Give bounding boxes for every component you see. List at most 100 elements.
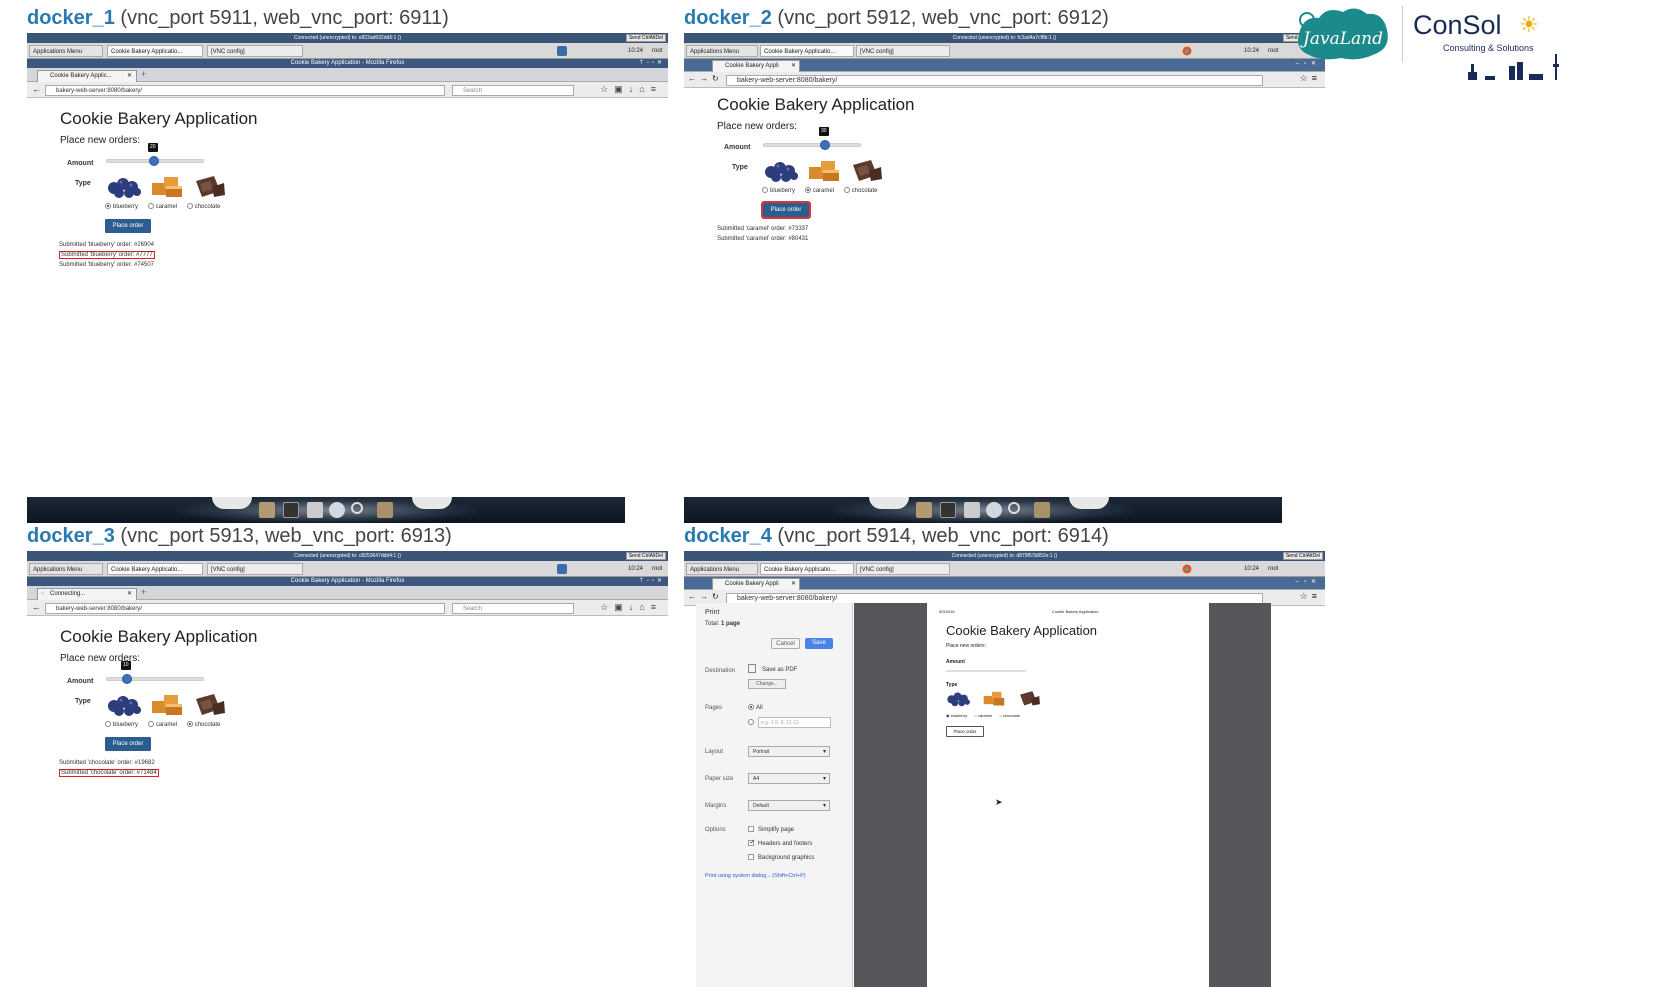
terminal-icon[interactable] bbox=[940, 502, 956, 518]
tab-bakery[interactable]: Cookie Bakery Applic... ✕ bbox=[37, 70, 137, 82]
radio-caramel[interactable]: caramel bbox=[804, 187, 834, 194]
save-button[interactable]: Save bbox=[805, 638, 833, 649]
back-icon[interactable]: ← bbox=[32, 602, 41, 612]
blueberry-image[interactable] bbox=[106, 691, 144, 717]
browser-icon[interactable] bbox=[329, 502, 345, 518]
tab-bakery[interactable]: Cookie Bakery Appli ✕ bbox=[712, 60, 800, 72]
taskbar-window-bakery[interactable]: Cookie Bakery Applicatio... bbox=[107, 45, 203, 57]
slider-knob[interactable] bbox=[149, 156, 159, 166]
change-button[interactable]: Change... bbox=[748, 679, 786, 689]
send-ctrl-alt-del-button[interactable]: Send CtrlAltDel bbox=[625, 34, 666, 42]
tab-close-icon[interactable]: ✕ bbox=[127, 71, 132, 82]
browser-icon[interactable] bbox=[986, 502, 1002, 518]
tab-close-icon[interactable]: ✕ bbox=[791, 579, 796, 590]
radio-caramel[interactable]: caramel bbox=[147, 203, 177, 210]
radio-caramel[interactable]: caramel bbox=[147, 721, 177, 728]
home-folder-icon[interactable] bbox=[916, 502, 932, 518]
toolbar-icons[interactable]: ☆▣↓⌂≡ bbox=[600, 84, 662, 95]
slider-knob[interactable] bbox=[820, 140, 830, 150]
radio-blueberry[interactable]: blueberry bbox=[762, 187, 795, 194]
background-graphics-checkbox[interactable]: Background graphics bbox=[748, 854, 814, 861]
tab-close-icon[interactable]: ✕ bbox=[791, 61, 796, 72]
pages-custom-radio[interactable] bbox=[748, 719, 756, 726]
vnc-screen-docker-3[interactable]: Connected (unencrypted) to: c8253647ddd4… bbox=[27, 551, 668, 806]
amount-slider[interactable]: 20 bbox=[106, 143, 204, 166]
chrome-tray-icon[interactable] bbox=[1182, 564, 1192, 574]
search-icon[interactable] bbox=[1008, 502, 1020, 514]
taskbar-window-vnc-config[interactable]: [VNC config] bbox=[856, 563, 950, 575]
amount-slider[interactable]: 30 bbox=[763, 127, 861, 150]
taskbar-window-vnc-config[interactable]: [VNC config] bbox=[856, 45, 950, 57]
taskbar-window-vnc-config[interactable]: [VNC config] bbox=[207, 45, 303, 57]
home-folder-icon[interactable] bbox=[259, 502, 275, 518]
chocolate-image[interactable] bbox=[190, 173, 228, 199]
caramel-image[interactable] bbox=[805, 157, 843, 183]
radio-chocolate[interactable]: chocolate bbox=[186, 203, 220, 210]
window-controls-icon[interactable]: ⇡-▫✕ bbox=[639, 59, 665, 68]
pages-input[interactable]: e.g. 1-5, 8, 11-13 bbox=[758, 717, 831, 728]
send-ctrl-alt-del-button[interactable]: Send CtrlAltDel bbox=[1282, 552, 1323, 560]
nav-icons[interactable]: ←→↻ bbox=[688, 74, 723, 83]
taskbar-window-bakery[interactable]: Cookie Bakery Applicatio... bbox=[760, 563, 854, 575]
blueberry-image[interactable] bbox=[763, 157, 801, 183]
system-dialog-link[interactable]: Print using system dialog... (Shift+Ctrl… bbox=[705, 873, 806, 879]
simplify-page-checkbox[interactable]: Simplify page bbox=[748, 826, 794, 833]
folder-icon[interactable] bbox=[1034, 502, 1050, 518]
slider-knob[interactable] bbox=[122, 674, 132, 684]
taskbar-window-bakery[interactable]: Cookie Bakery Applicatio... bbox=[107, 563, 203, 575]
nav-icons[interactable]: ←→↻ bbox=[688, 592, 723, 601]
new-tab-icon[interactable]: + bbox=[141, 587, 146, 597]
text-editor-icon[interactable] bbox=[307, 502, 323, 518]
applications-menu-button[interactable]: Applications Menu bbox=[29, 563, 103, 575]
place-order-button[interactable]: Place order bbox=[761, 201, 811, 219]
pages-all-radio[interactable]: All bbox=[748, 704, 763, 711]
vnc-screen-docker-1[interactable]: Connected (unencrypted) to: e822ad692dd6… bbox=[27, 33, 668, 288]
chocolate-image[interactable] bbox=[847, 157, 885, 183]
headers-footers-checkbox[interactable]: Headers and footers bbox=[748, 838, 812, 847]
text-editor-icon[interactable] bbox=[964, 502, 980, 518]
tab-close-icon[interactable]: ✕ bbox=[127, 589, 132, 600]
chrome-tray-icon[interactable] bbox=[1182, 46, 1192, 56]
blueberry-image[interactable] bbox=[106, 173, 144, 199]
chocolate-image[interactable] bbox=[190, 691, 228, 717]
tab-connecting[interactable]: ◌ Connecting... ✕ bbox=[37, 588, 137, 600]
radio-chocolate[interactable]: chocolate bbox=[843, 187, 877, 194]
search-icon[interactable] bbox=[351, 502, 363, 514]
paper-size-select[interactable]: A4 bbox=[748, 773, 830, 784]
vnc-screen-docker-4[interactable]: Connected (unencrypted) to: d879f57b852e… bbox=[684, 551, 1325, 987]
amount-slider[interactable]: 10 bbox=[106, 661, 204, 684]
applications-menu-button[interactable]: Applications Menu bbox=[29, 45, 103, 57]
tray-icon[interactable] bbox=[557, 564, 567, 574]
taskbar-window-vnc-config[interactable]: [VNC config] bbox=[207, 563, 303, 575]
radio-chocolate[interactable]: chocolate bbox=[186, 721, 220, 728]
layout-select[interactable]: Portrait bbox=[748, 746, 830, 757]
caramel-image[interactable] bbox=[148, 691, 186, 717]
search-input[interactable]: Search bbox=[452, 85, 574, 96]
vnc-screen-docker-2[interactable]: Connected (unencrypted) to: fc3ad4a7cf8b… bbox=[684, 33, 1325, 288]
cancel-button[interactable]: Cancel bbox=[771, 638, 800, 649]
window-controls-icon[interactable]: –▫✕ bbox=[1296, 578, 1322, 585]
back-icon[interactable]: ← bbox=[32, 84, 41, 94]
margins-select[interactable]: Default bbox=[748, 800, 830, 811]
url-input[interactable]: bakery-web-server:8080/bakery/ bbox=[726, 75, 1263, 86]
place-order-button[interactable]: Place order bbox=[105, 737, 151, 751]
taskbar-window-bakery[interactable]: Cookie Bakery Applicatio... bbox=[760, 45, 854, 57]
radio-blueberry[interactable]: blueberry bbox=[105, 721, 138, 728]
applications-menu-button[interactable]: Applications Menu bbox=[686, 563, 758, 575]
send-ctrl-alt-del-button[interactable]: Send CtrlAltDel bbox=[625, 552, 666, 560]
menu-icon[interactable]: ☆≡ bbox=[1300, 73, 1321, 84]
tray-icon[interactable] bbox=[557, 46, 567, 56]
menu-icon[interactable]: ☆≡ bbox=[1300, 591, 1321, 602]
caramel-image[interactable] bbox=[148, 173, 186, 199]
new-tab-icon[interactable]: + bbox=[141, 69, 146, 79]
window-controls-icon[interactable]: ⇡-▫✕ bbox=[639, 577, 665, 586]
applications-menu-button[interactable]: Applications Menu bbox=[686, 45, 758, 57]
search-input[interactable]: Search bbox=[452, 603, 574, 614]
folder-icon[interactable] bbox=[377, 502, 393, 518]
radio-blueberry[interactable]: blueberry bbox=[105, 203, 138, 210]
place-order-button[interactable]: Place order bbox=[105, 219, 151, 233]
tab-bakery[interactable]: Cookie Bakery Appli ✕ bbox=[712, 578, 800, 590]
url-input[interactable]: bakery-web-server:8080/bakery/ bbox=[45, 603, 445, 614]
url-input[interactable]: bakery-web-server:8080/bakery/ bbox=[45, 85, 445, 96]
terminal-icon[interactable] bbox=[283, 502, 299, 518]
